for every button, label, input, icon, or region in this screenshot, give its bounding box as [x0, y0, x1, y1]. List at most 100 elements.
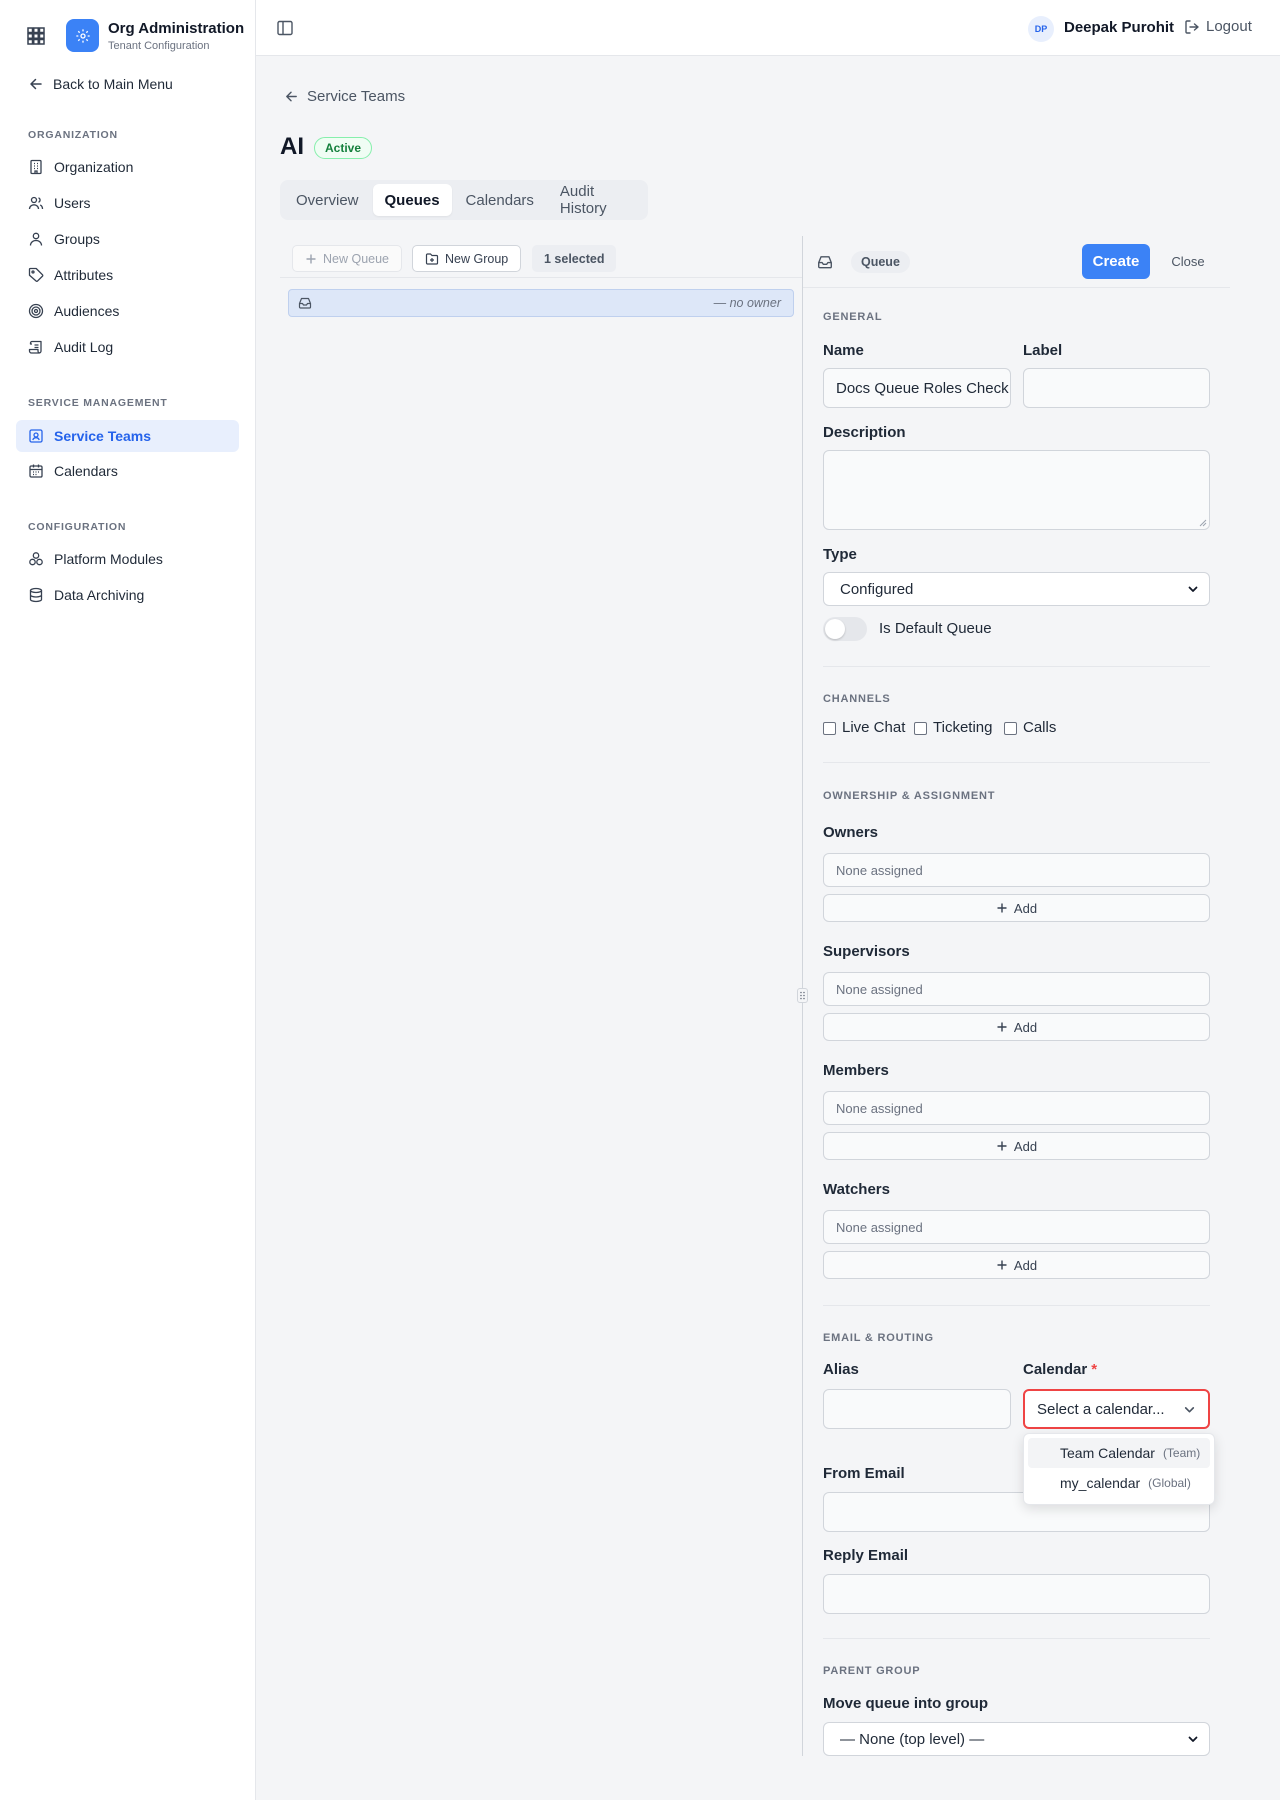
add-owner-button[interactable]: Add	[823, 894, 1210, 922]
brand-subtitle: Tenant Configuration	[108, 40, 210, 52]
sidebar-item-attributes[interactable]: Attributes	[16, 259, 239, 291]
avatar[interactable]: DP	[1028, 16, 1054, 42]
sidebar-item-service-teams[interactable]: Service Teams	[16, 420, 239, 452]
tab-queues[interactable]: Queues	[372, 184, 452, 216]
section-parent-group: PARENT GROUP	[823, 1665, 921, 1677]
sidebar-item-label: Calendars	[54, 463, 118, 479]
breadcrumb[interactable]: Service Teams	[284, 88, 405, 105]
reply-email-field[interactable]	[823, 1574, 1210, 1614]
new-group-button[interactable]: New Group	[412, 245, 522, 272]
new-queue-button[interactable]: New Queue	[292, 245, 403, 272]
section-email-routing: EMAIL & ROUTING	[823, 1332, 934, 1344]
ticketing-checkbox[interactable]	[914, 722, 927, 735]
add-label: Add	[1013, 1257, 1038, 1273]
calls-checkbox[interactable]	[1004, 722, 1017, 735]
description-textarea[interactable]	[823, 450, 1210, 530]
supervisors-label: Supervisors	[823, 943, 910, 960]
status-badge: Active	[314, 137, 373, 159]
from-email-label: From Email	[823, 1465, 905, 1482]
logout-icon	[1184, 19, 1200, 35]
close-button[interactable]: Close	[1161, 244, 1215, 279]
type-value: Configured	[840, 580, 914, 598]
parent-group-value: — None (top level) —	[840, 1730, 985, 1748]
type-select[interactable]: Configured	[823, 572, 1210, 606]
section-general: GENERAL	[823, 311, 883, 323]
plus-icon	[996, 1140, 1008, 1152]
sidebar-item-audit-log[interactable]: Audit Log	[16, 331, 239, 363]
sidebar-item-groups[interactable]: Groups	[16, 223, 239, 255]
scroll-icon	[28, 339, 44, 355]
add-supervisor-button[interactable]: Add	[823, 1013, 1210, 1041]
sidebar-item-label: Data Archiving	[54, 587, 145, 603]
sidebar-toggle-icon[interactable]	[276, 19, 294, 37]
calls-label[interactable]: Calls	[1023, 719, 1056, 736]
label-label: Label	[1023, 342, 1063, 359]
default-queue-label: Is Default Queue	[879, 620, 992, 637]
calendar-option-team-calendar[interactable]: Team Calendar (Team)	[1028, 1438, 1210, 1468]
reply-email-label: Reply Email	[823, 1547, 909, 1564]
arrow-left-icon	[284, 89, 299, 104]
default-queue-toggle[interactable]	[823, 617, 867, 641]
entity-type-pill: Queue	[851, 251, 910, 273]
add-watcher-button[interactable]: Add	[823, 1251, 1210, 1279]
tab-overview[interactable]: Overview	[284, 184, 371, 216]
label-field[interactable]	[1023, 368, 1210, 408]
logout-button[interactable]: Logout	[1184, 18, 1252, 35]
back-to-main-menu-link[interactable]: Back to Main Menu	[28, 73, 173, 95]
row-owner: — no owner	[713, 296, 781, 310]
table-row[interactable]: — no owner	[288, 289, 794, 317]
brand-header: Org Administration Tenant Configuration	[0, 0, 256, 72]
sidebar-item-data-archiving[interactable]: Data Archiving	[16, 579, 239, 611]
plus-icon	[996, 902, 1008, 914]
sidebar-item-platform-modules[interactable]: Platform Modules	[16, 543, 239, 575]
create-button[interactable]: Create	[1082, 244, 1150, 279]
inbox-icon	[298, 296, 312, 310]
sidebar-item-organization[interactable]: Organization	[16, 151, 239, 183]
folder-plus-icon	[425, 252, 439, 266]
sidebar: Org Administration Tenant Configuration …	[0, 0, 256, 1800]
modules-icon	[28, 551, 44, 567]
members-label: Members	[823, 1062, 889, 1079]
section-channels: CHANNELS	[823, 693, 891, 705]
tag-icon	[28, 267, 44, 283]
option-scope: (Team)	[1162, 1446, 1201, 1460]
calendar-dropdown: Team Calendar (Team) my_calendar (Global…	[1023, 1433, 1215, 1505]
brand-title: Org Administration	[108, 20, 245, 37]
tab-calendars[interactable]: Calendars	[454, 184, 546, 216]
live-chat-label[interactable]: Live Chat	[842, 719, 905, 736]
drag-handle-icon[interactable]	[797, 988, 808, 1003]
resize-grip-icon[interactable]	[1199, 519, 1207, 527]
app-grid-icon[interactable]	[26, 26, 46, 46]
sidebar-item-users[interactable]: Users	[16, 187, 239, 219]
queue-list-toolbar: New Queue New Group 1 selected	[280, 236, 802, 278]
breadcrumb-label: Service Teams	[307, 88, 406, 105]
sidebar-item-label: Audiences	[54, 303, 120, 319]
add-label: Add	[1013, 900, 1038, 916]
calendar-option-my-calendar[interactable]: my_calendar (Global)	[1028, 1468, 1210, 1498]
alias-field[interactable]	[823, 1389, 1011, 1429]
add-member-button[interactable]: Add	[823, 1132, 1210, 1160]
sidebar-item-label: Audit Log	[54, 339, 114, 355]
sidebar-item-calendars[interactable]: Calendars	[16, 455, 239, 487]
move-group-label: Move queue into group	[823, 1695, 988, 1712]
tab-audit-history[interactable]: Audit History	[548, 183, 644, 217]
watchers-list: None assigned	[823, 1210, 1210, 1244]
required-mark: *	[1091, 1361, 1098, 1378]
chevron-down-icon	[1187, 1733, 1199, 1745]
add-label: Add	[1013, 1138, 1038, 1154]
top-bar: DP Deepak Purohit Logout	[256, 0, 1280, 56]
live-chat-checkbox[interactable]	[823, 722, 836, 735]
ticketing-label[interactable]: Ticketing	[933, 719, 992, 736]
section-divider	[823, 1305, 1210, 1306]
name-label: Name	[823, 342, 864, 359]
calendar-select[interactable]: Select a calendar...	[1023, 1389, 1210, 1429]
user-name: Deepak Purohit	[1064, 19, 1175, 36]
sidebar-item-label: Platform Modules	[54, 551, 163, 567]
nav-section-organization: ORGANIZATION	[28, 129, 118, 141]
name-field[interactable]: Docs Queue Roles Check	[823, 368, 1011, 408]
plus-icon	[996, 1021, 1008, 1033]
sidebar-item-audiences[interactable]: Audiences	[16, 295, 239, 327]
parent-group-select[interactable]: — None (top level) —	[823, 1722, 1210, 1756]
new-queue-label: New Queue	[323, 251, 390, 266]
watchers-label: Watchers	[823, 1181, 890, 1198]
